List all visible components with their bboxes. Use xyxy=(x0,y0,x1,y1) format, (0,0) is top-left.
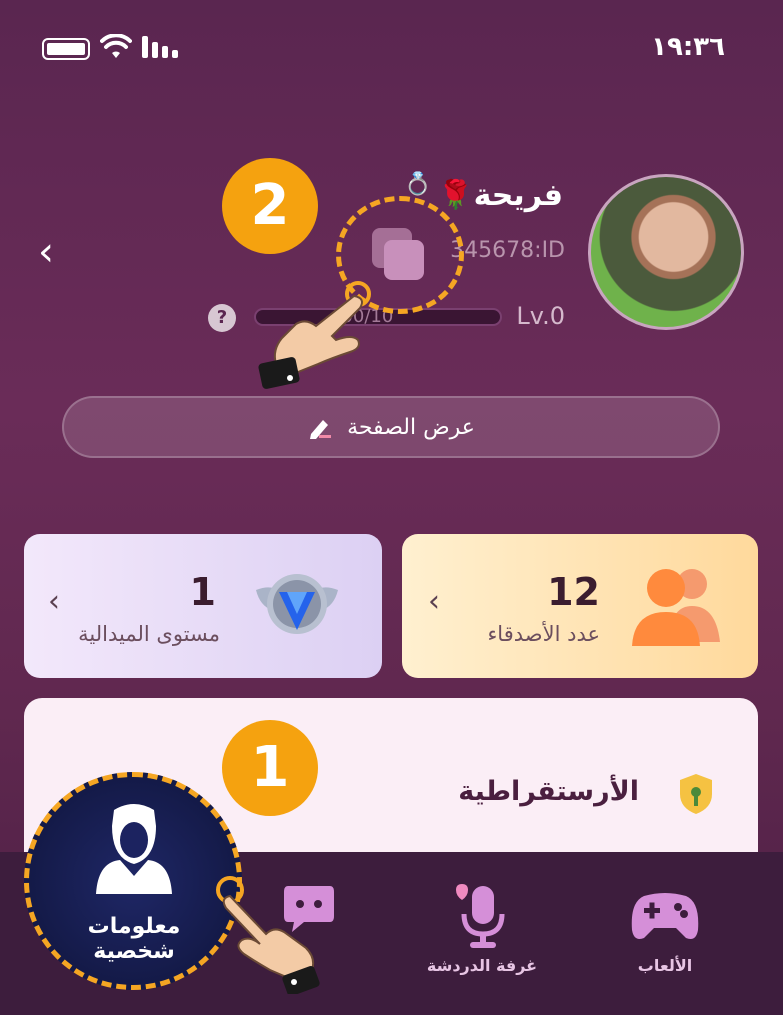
level-label: Lv.0 xyxy=(516,302,565,330)
chevron-left-icon: ‹ xyxy=(428,584,440,619)
wifi-icon xyxy=(100,34,132,58)
microphone-icon xyxy=(456,884,505,948)
ring-icon: 💍 xyxy=(404,172,432,197)
tab-profile-label: معلومات شخصية xyxy=(87,914,181,964)
pointing-hand-icon xyxy=(216,876,320,994)
gamepad-icon xyxy=(631,893,699,939)
tab-games-label: الألعاب xyxy=(637,956,693,975)
medal-level-value: 1 xyxy=(189,570,216,614)
avatar[interactable] xyxy=(588,174,744,330)
medal-level-card[interactable]: 1 مستوى الميدالية ‹ xyxy=(24,534,382,678)
aristocracy-title: الأرستقراطية xyxy=(458,776,639,807)
chevron-left-icon: ‹ xyxy=(48,584,60,619)
view-page-label: عرض الصفحة xyxy=(347,414,475,440)
tab-chat-room[interactable]: غرفة الدردشة xyxy=(412,878,552,988)
medal-level-label: مستوى الميدالية xyxy=(78,622,220,646)
friends-count-label: عدد الأصدقاء xyxy=(487,622,600,646)
pencil-icon xyxy=(310,420,332,439)
view-page-button[interactable]: عرض الصفحة xyxy=(62,396,720,458)
battery-icon xyxy=(42,38,90,60)
signal-icon xyxy=(142,36,178,58)
friends-count-card[interactable]: 12 عدد الأصدقاء ‹ xyxy=(402,534,758,678)
rose-icon: 🌹 xyxy=(438,178,473,211)
tab-chat-room-label: غرفة الدردشة xyxy=(426,956,538,975)
status-time: ١٩:٣٦ xyxy=(651,32,725,62)
person-icon xyxy=(96,804,172,894)
medal-icon xyxy=(256,574,338,634)
tab-games[interactable]: الألعاب xyxy=(610,878,720,988)
help-icon[interactable]: ? xyxy=(208,304,236,332)
user-id: 345678:ID xyxy=(450,238,565,263)
step-1-badge: 1 xyxy=(222,720,318,816)
step-2-badge: 2 xyxy=(222,158,318,254)
chevron-left-icon[interactable]: ‹ xyxy=(38,232,54,272)
username: فريحة xyxy=(473,178,563,213)
pointing-hand-icon xyxy=(258,281,371,389)
friends-count-value: 12 xyxy=(547,570,600,614)
shield-icon xyxy=(680,774,712,814)
friends-icon xyxy=(632,569,720,646)
